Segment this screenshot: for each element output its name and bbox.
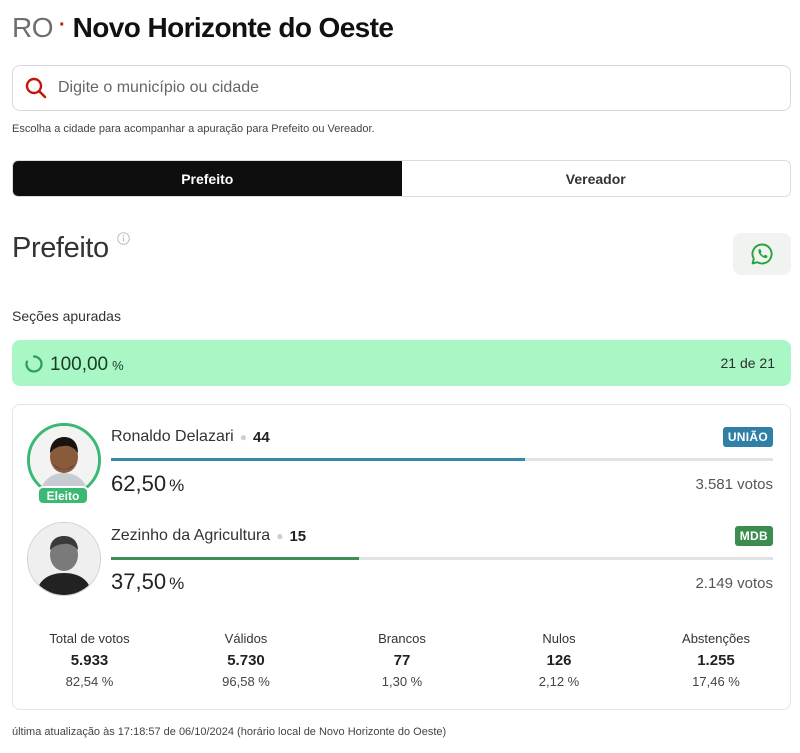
progress-percent: 100,00 — [50, 354, 109, 375]
candidate-photo — [28, 523, 100, 595]
sections-counted-label: Seções apuradas — [12, 308, 121, 324]
stat-percent: 1,30 % — [381, 674, 423, 689]
candidate-number: 44 — [252, 428, 270, 446]
name-separator: ● — [276, 529, 284, 543]
stat-percent: 96,58 % — [222, 674, 270, 689]
stat-valid-votes: Válidos 5.730 96,58 % — [203, 631, 289, 689]
office-tabs: Prefeito Vereador — [12, 160, 791, 197]
vote-share-bar — [111, 557, 773, 560]
name-separator: ● — [239, 430, 247, 444]
candidate-percent-unit: % — [169, 574, 185, 593]
vote-share-bar — [111, 458, 773, 461]
stat-value: 5.730 — [227, 652, 265, 669]
stat-value: 1.255 — [697, 652, 735, 669]
stat-label: Total de votos — [49, 631, 130, 646]
title-separator: · — [59, 14, 66, 36]
candidate-percent-value: 62,50 — [111, 471, 167, 496]
stat-value: 77 — [393, 652, 411, 669]
page-title: RO · Novo Horizonte do Oeste — [12, 12, 394, 48]
results-card: Eleito Ronaldo Delazari ● 44 UNIÃO 62,50… — [12, 404, 791, 710]
avatar — [27, 522, 101, 596]
party-badge: UNIÃO — [722, 427, 773, 447]
stat-value: 126 — [546, 652, 572, 669]
stat-label: Nulos — [542, 631, 576, 646]
stat-percent: 2,12 % — [538, 674, 580, 689]
whatsapp-share-button[interactable] — [733, 233, 791, 275]
candidate-percent-value: 37,50 — [111, 569, 167, 594]
candidate-votes: 2.149 votos — [695, 575, 773, 592]
stat-total-votes: Total de votos 5.933 82,54 % — [38, 631, 141, 689]
sections-count: 21 de 21 — [720, 355, 776, 371]
stat-blank-votes: Brancos 77 1,30 % — [359, 631, 445, 689]
tab-vereador[interactable]: Vereador — [402, 161, 791, 196]
candidate-name-row: Ronaldo Delazari ● 44 — [111, 428, 270, 446]
candidate-percent-unit: % — [169, 476, 185, 495]
spinner-icon — [25, 355, 43, 373]
elected-badge: Eleito — [37, 486, 89, 505]
stat-label: Válidos — [224, 631, 268, 646]
stat-abstentions: Abstenções 1.255 17,46 % — [671, 631, 761, 689]
candidate-photo — [30, 426, 98, 494]
party-badge: MDB — [734, 526, 773, 546]
candidate-percent: 37,50% — [111, 569, 184, 595]
search-hint: Escolha a cidade para acompanhar a apura… — [12, 123, 375, 135]
last-update-note: última atualização às 17:18:57 de 06/10/… — [12, 726, 447, 738]
candidate-number: 15 — [289, 527, 307, 545]
stat-label: Brancos — [378, 631, 426, 646]
stat-value: 5.933 — [70, 652, 109, 669]
stat-percent: 17,46 % — [692, 674, 740, 689]
candidate-percent: 62,50% — [111, 471, 184, 497]
whatsapp-icon — [751, 243, 773, 265]
search-input[interactable] — [58, 79, 738, 97]
candidate-name-row: Zezinho da Agricultura ● 15 — [111, 527, 306, 545]
candidate-name: Ronaldo Delazari — [111, 428, 234, 445]
stat-null-votes: Nulos 126 2,12 % — [516, 631, 602, 689]
candidate-votes: 3.581 votos — [695, 476, 773, 493]
stat-percent: 82,54 % — [65, 674, 114, 689]
tab-prefeito[interactable]: Prefeito — [13, 161, 402, 196]
vote-share-fill — [111, 557, 360, 560]
candidate-avatar: Eleito — [27, 423, 101, 505]
info-icon[interactable] — [117, 232, 130, 245]
stat-label: Abstenções — [682, 631, 750, 646]
search-icon[interactable] — [23, 75, 49, 101]
sections-progress-bar: 100,00 % 21 de 21 — [12, 340, 791, 386]
state-code: RO — [12, 12, 54, 43]
candidate-avatar — [27, 522, 101, 596]
vote-share-fill — [111, 458, 525, 461]
section-title: Prefeito — [12, 232, 109, 264]
city-name: Novo Horizonte do Oeste — [72, 12, 394, 43]
search-box[interactable] — [12, 65, 791, 111]
progress-percent-unit: % — [112, 358, 124, 373]
candidate-name: Zezinho da Agricultura — [111, 527, 271, 544]
